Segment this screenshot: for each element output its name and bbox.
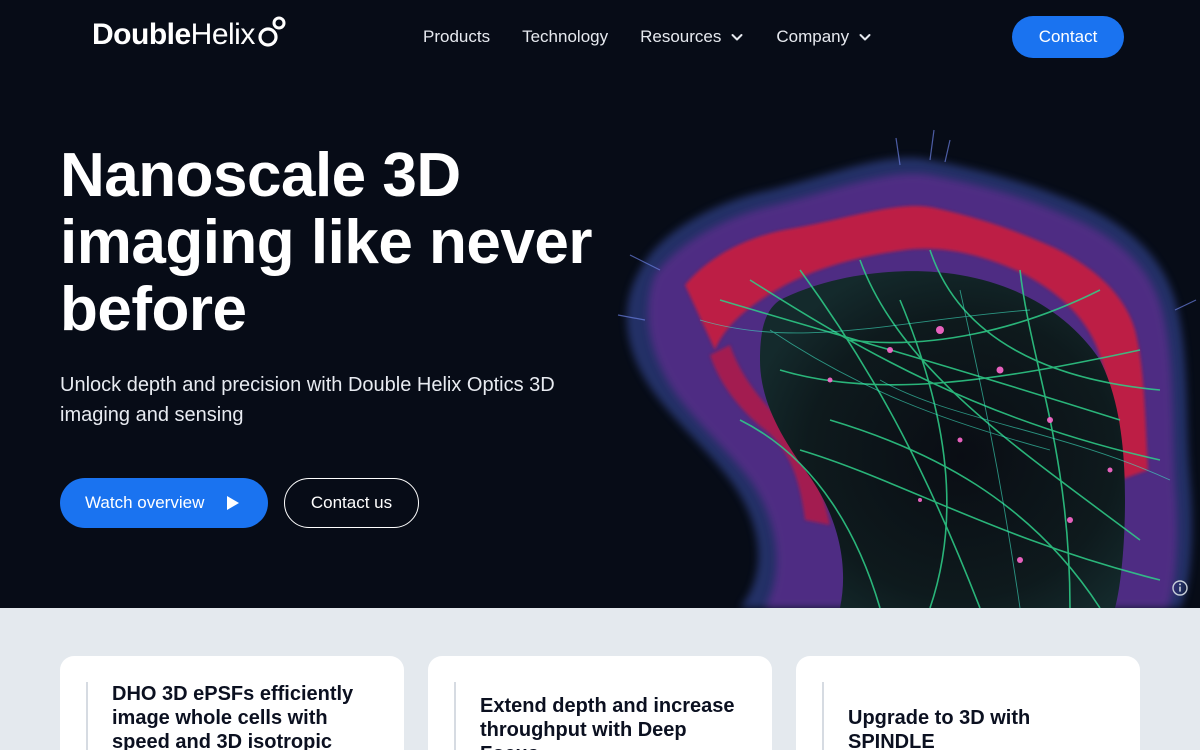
- card-accent-rule: [454, 682, 456, 750]
- feature-card[interactable]: DHO 3D ePSFs efficiently image whole cel…: [60, 656, 404, 750]
- nav-item-technology[interactable]: Technology: [522, 27, 608, 47]
- hero-subtitle: Unlock depth and precision with Double H…: [60, 374, 555, 426]
- nav-item-label: Resources: [640, 27, 722, 46]
- logo[interactable]: Double Helix: [92, 16, 287, 53]
- nav-item-label: Company: [776, 27, 850, 46]
- nav-item-label: Technology: [522, 27, 609, 46]
- logo-mark-icon: [258, 16, 286, 47]
- nav-item-products[interactable]: Products: [423, 27, 490, 47]
- feature-card[interactable]: Upgrade to 3D with SPINDLE: [796, 656, 1140, 750]
- feature-card[interactable]: Extend depth and increase throughput wit…: [428, 656, 772, 750]
- card-accent-rule: [822, 682, 824, 750]
- nav-item-company[interactable]: Company: [776, 27, 872, 47]
- nav-item-resources[interactable]: Resources: [640, 27, 744, 47]
- chevron-down-icon: [731, 34, 743, 41]
- card-title: Extend depth and increase throughput wit…: [480, 695, 735, 750]
- chevron-down-icon: [859, 34, 871, 41]
- main-nav: Products Technology Resources Company: [423, 24, 904, 50]
- play-icon: [227, 496, 239, 510]
- logo-text-light: Helix: [190, 18, 256, 51]
- hero-section: Double Helix Products Technology Resource…: [0, 0, 1200, 608]
- hero-headline: Nanoscale 3D imaging like never before: [60, 141, 593, 344]
- card-title: Upgrade to 3D with SPINDLE: [848, 707, 1031, 750]
- card-title: DHO 3D ePSFs efficiently image whole cel…: [112, 683, 354, 750]
- contact-us-button[interactable]: Contact us: [284, 478, 419, 528]
- watch-overview-label: Watch overview: [85, 493, 205, 512]
- info-icon[interactable]: [1170, 578, 1190, 598]
- watch-overview-button[interactable]: Watch overview: [60, 478, 268, 528]
- logo-text-bold: Double: [92, 18, 191, 51]
- contact-button[interactable]: Contact: [1012, 16, 1124, 58]
- nav-item-label: Products: [423, 27, 491, 46]
- card-accent-rule: [86, 682, 88, 750]
- microscopy-cell-image: [617, 129, 1197, 608]
